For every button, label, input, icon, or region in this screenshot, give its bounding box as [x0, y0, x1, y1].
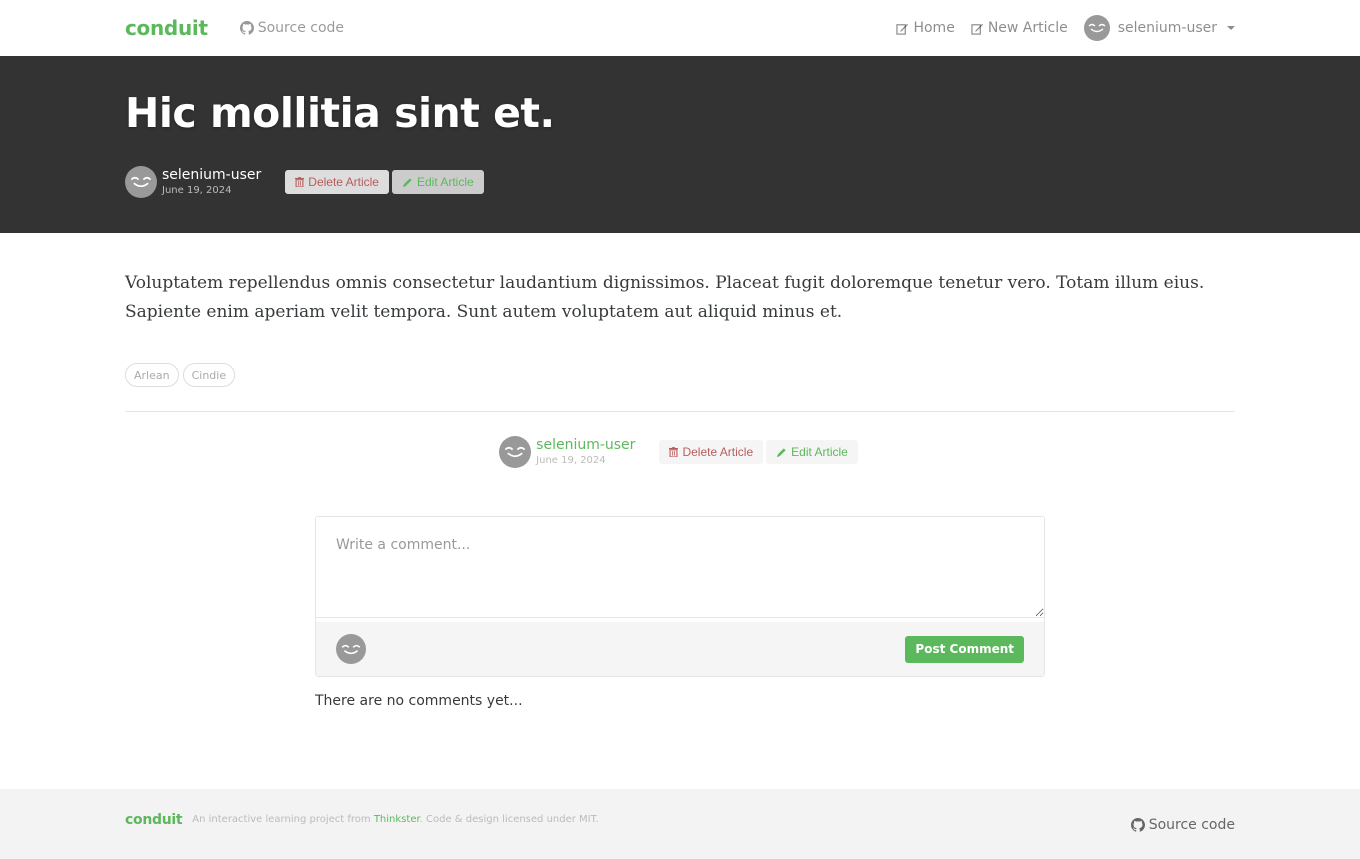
nav-user-menu[interactable]: selenium-user [1083, 15, 1235, 41]
divider [125, 411, 1235, 412]
comment-form: Post Comment [315, 516, 1045, 677]
nav-new-article-link[interactable]: New Article [971, 20, 1068, 36]
edit-article-button[interactable]: Edit Article [766, 440, 858, 464]
attribution: An interactive learning project from Thi… [192, 814, 598, 825]
thinkster-link[interactable]: Thinkster [374, 814, 420, 825]
attribution-suffix: . Code & design licensed under MIT. [419, 814, 599, 825]
author-link[interactable]: selenium-user [536, 438, 635, 452]
nav-source-code-label: Source code [257, 20, 345, 36]
navbar: conduit Source code Home New Article sel… [0, 0, 1360, 56]
attribution-prefix: An interactive learning project from [192, 814, 371, 825]
trash-icon [669, 447, 679, 457]
edit-icon [971, 22, 984, 35]
author-avatar[interactable] [125, 166, 157, 198]
tag-pill[interactable]: Arlean [125, 363, 179, 387]
nav-username: selenium-user [1117, 20, 1217, 36]
github-icon [1130, 817, 1145, 832]
article-title: Hic mollitia sint et. [125, 89, 555, 137]
tag-pill[interactable]: Cindie [182, 363, 236, 387]
comment-author-avatar [336, 634, 366, 664]
article-date: June 19, 2024 [162, 185, 232, 196]
caret-down-icon [1227, 26, 1235, 30]
author-avatar[interactable] [499, 436, 532, 468]
nav-home-label: Home [913, 20, 955, 36]
avatar [1083, 15, 1110, 41]
edit-article-label: Edit Article [416, 175, 474, 189]
brand-logo[interactable]: conduit [125, 16, 208, 40]
article-content: Voluptatem repellendus omnis consectetur… [125, 233, 1235, 709]
github-icon [239, 21, 254, 35]
article-date: June 19, 2024 [536, 455, 606, 466]
footer-source-code-link[interactable]: Source code [1130, 807, 1235, 833]
edit-article-button[interactable]: Edit Article [391, 170, 484, 194]
nav-right: Home New Article selenium-user [896, 15, 1235, 41]
delete-article-label: Delete Article [308, 175, 379, 189]
nav-home-link[interactable]: Home [896, 20, 955, 36]
footer-source-code-label: Source code [1148, 816, 1235, 833]
pencil-icon [776, 447, 787, 458]
delete-article-button[interactable]: Delete Article [285, 170, 389, 194]
comment-input[interactable] [316, 517, 1044, 618]
comment-form-footer: Post Comment [316, 622, 1044, 676]
article-banner: Hic mollitia sint et. selenium-user June… [0, 56, 1360, 233]
pencil-icon [402, 177, 413, 188]
nav-new-article-label: New Article [987, 20, 1068, 36]
delete-article-button[interactable]: Delete Article [659, 440, 764, 464]
edit-article-label: Edit Article [791, 445, 848, 459]
article-meta: selenium-user June 19, 2024 Delete Artic… [125, 166, 1235, 198]
article-actions: selenium-user June 19, 2024 Delete Artic… [125, 436, 1235, 468]
post-comment-button[interactable]: Post Comment [905, 635, 1024, 663]
tag-list: Arlean Cindie [125, 363, 1235, 387]
delete-article-label: Delete Article [682, 445, 754, 459]
nav-source-code-link[interactable]: Source code [239, 20, 345, 36]
article-body-text: Voluptatem repellendus omnis consectetur… [125, 273, 1205, 322]
edit-icon [896, 22, 909, 35]
footer: conduit An interactive learning project … [0, 789, 1360, 859]
author-link[interactable]: selenium-user [162, 168, 261, 182]
footer-brand[interactable]: conduit [125, 812, 183, 828]
no-comments-text: There are no comments yet... [315, 693, 523, 709]
trash-icon [295, 177, 305, 187]
